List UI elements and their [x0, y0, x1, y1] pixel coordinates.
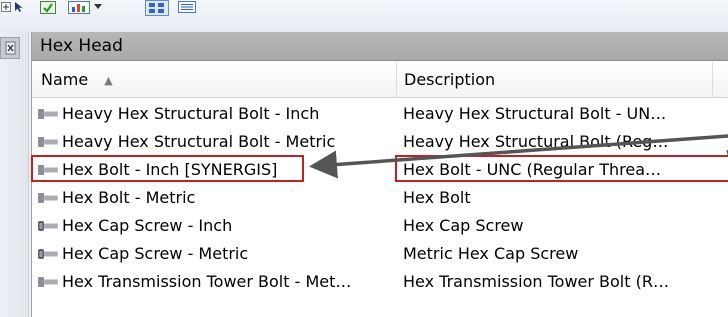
annotation-arrows	[309, 134, 728, 179]
arrow-to-name	[309, 134, 728, 179]
